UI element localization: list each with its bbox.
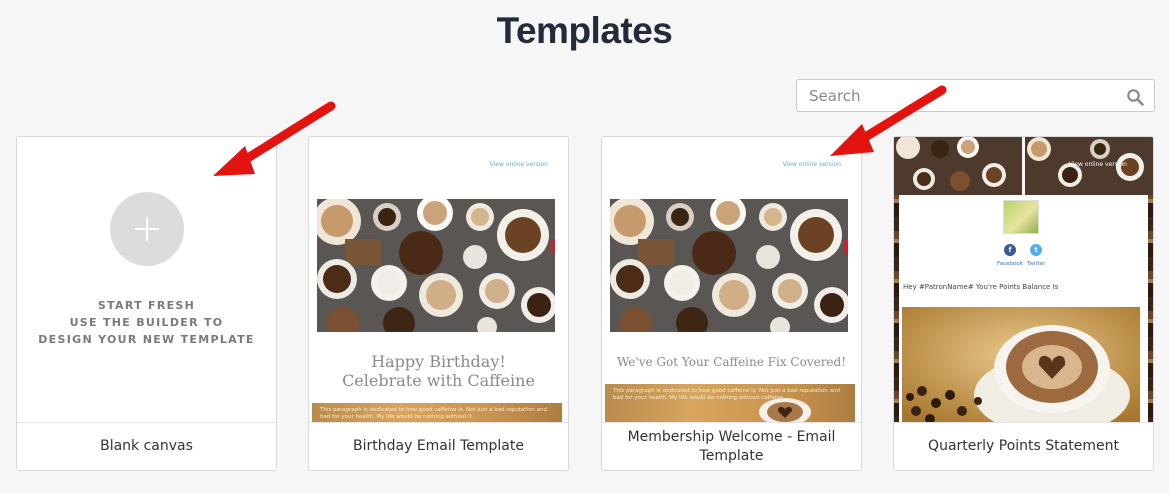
profile-image: [1003, 200, 1039, 234]
plus-icon[interactable]: [110, 192, 184, 266]
email-heading: We've Got Your Caffeine Fix Covered!: [616, 355, 847, 369]
twitter-icon: t: [1030, 244, 1042, 256]
template-card-birthday[interactable]: View online version Happy Birthday! Cele…: [308, 136, 569, 471]
page-title: Templates: [496, 10, 673, 51]
coffee-banner: This paragraph is dedicated to how good …: [605, 384, 855, 422]
facebook-label: Facebook: [997, 261, 1023, 267]
template-name[interactable]: Birthday Email Template: [309, 422, 568, 470]
coffee-cups-image: [317, 199, 555, 332]
template-name[interactable]: Blank canvas: [17, 422, 276, 470]
latte-cup-image: [759, 398, 811, 422]
view-online-link: View online version: [782, 161, 841, 168]
coffee-banner: This paragraph is dedicated to how good …: [312, 403, 562, 422]
template-card-membership[interactable]: View online version We've Got Your Caffe…: [601, 136, 862, 471]
template-thumbnail[interactable]: View online version f t Facebook Twitter…: [894, 137, 1153, 422]
template-thumbnail[interactable]: View online version Happy Birthday! Cele…: [309, 137, 568, 422]
annotation-arrow-icon: [830, 85, 947, 156]
patron-balance-text: Hey #PatronName# You're Points Balance I…: [903, 283, 1059, 291]
start-fresh-text: START FRESH USE THE BUILDER TO DESIGN YO…: [38, 299, 255, 346]
latte-art-image: [902, 307, 1140, 422]
annotation-arrow-icon: [213, 101, 336, 176]
email-heading: Happy Birthday! Celebrate with Caffeine: [342, 352, 535, 390]
template-card-points[interactable]: View online version f t Facebook Twitter…: [893, 136, 1154, 471]
coffee-cups-image: [610, 199, 848, 332]
search-icon[interactable]: [1126, 88, 1144, 106]
template-thumbnail[interactable]: View online version We've Got Your Caffe…: [602, 137, 861, 422]
template-name[interactable]: Quarterly Points Statement: [894, 422, 1153, 470]
view-online-link: View online version: [1068, 161, 1127, 168]
view-online-link: View online version: [489, 161, 548, 168]
facebook-icon: f: [1004, 244, 1016, 256]
template-name[interactable]: Membership Welcome - Email Template: [602, 422, 861, 470]
template-card-blank[interactable]: START FRESH USE THE BUILDER TO DESIGN YO…: [16, 136, 277, 471]
twitter-label: Twitter: [1027, 261, 1046, 267]
